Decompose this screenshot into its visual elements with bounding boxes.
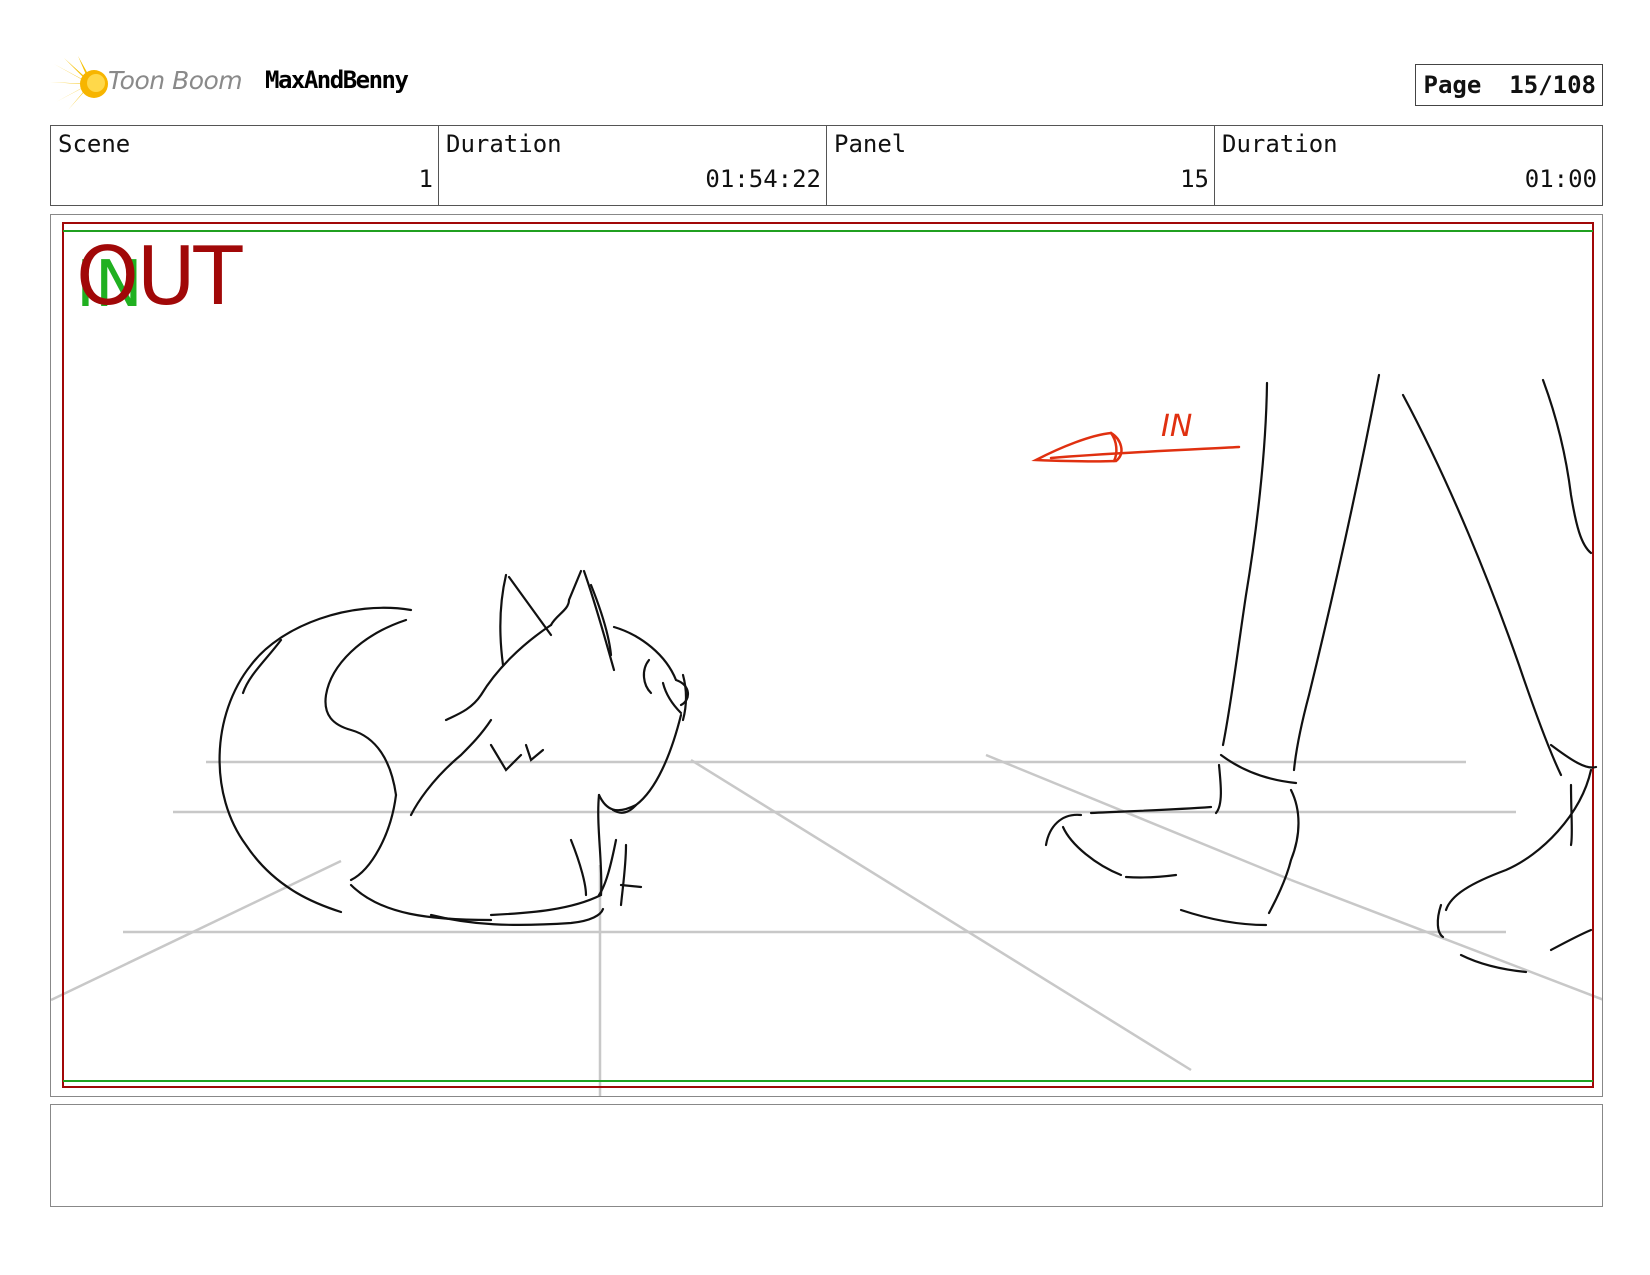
scene-cell: Scene 1	[51, 126, 439, 205]
direction-arrow-icon	[1031, 431, 1241, 463]
panel-label: Panel	[834, 130, 907, 158]
panel-notes-area[interactable]	[50, 1104, 1603, 1207]
brand-name: Toon Boom	[108, 66, 243, 95]
out-label: OUT	[76, 230, 242, 323]
person-legs-sketch	[1044, 373, 1598, 974]
panel-duration-label: Duration	[1222, 130, 1338, 158]
page-value: 15/108	[1509, 71, 1596, 99]
page-label: Page	[1423, 71, 1482, 99]
cat-sketch	[218, 569, 689, 927]
panel-cell: Panel 15	[827, 126, 1215, 205]
toon-boom-burst-icon	[50, 56, 108, 110]
panel-duration-value: 01:00	[1524, 165, 1597, 193]
storyboard-header: Toon Boom MaxAndBenny Page 15/108	[50, 52, 1603, 112]
panel-value: 15	[1180, 165, 1209, 193]
scene-label: Scene	[58, 130, 131, 158]
scene-duration-label: Duration	[446, 130, 562, 158]
scene-info-table: Scene 1 Duration 01:54:22 Panel 15 Durat…	[50, 125, 1603, 206]
scene-duration-value: 01:54:22	[705, 165, 821, 193]
panel-sketch	[51, 222, 1602, 1096]
arrow-note: IN	[1161, 409, 1193, 444]
project-name: MaxAndBenny	[265, 66, 409, 94]
page-counter: Page 15/108	[1414, 64, 1603, 106]
scene-duration-cell: Duration 01:54:22	[439, 126, 827, 205]
action-safe-frame	[62, 222, 1594, 1088]
panel-duration-cell: Duration 01:00	[1215, 126, 1602, 205]
panel-drawing-area[interactable]: IN OUT IN	[50, 214, 1603, 1097]
scene-value: 1	[418, 165, 433, 193]
perspective-guides	[51, 753, 1602, 1096]
